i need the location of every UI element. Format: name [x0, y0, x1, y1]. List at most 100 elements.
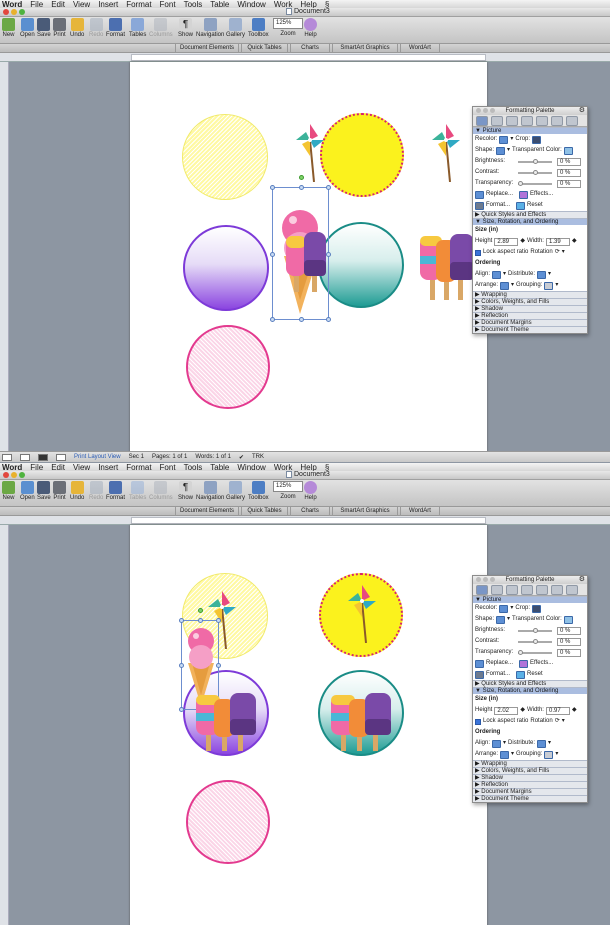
minimize-icon[interactable] — [483, 577, 488, 582]
minimize-icon[interactable] — [11, 472, 17, 478]
open-button[interactable]: Open — [20, 18, 35, 38]
menu-table[interactable]: Table — [210, 463, 229, 471]
shape-icon[interactable] — [496, 615, 506, 624]
arrange-icon[interactable] — [500, 281, 510, 290]
toolbox-icon[interactable] — [566, 116, 578, 126]
rotation-icon[interactable]: ⟳ — [555, 716, 560, 727]
show-button[interactable]: ¶ Show — [178, 481, 193, 501]
circle-yellow-hatched[interactable] — [182, 114, 268, 200]
tab-quick-tables[interactable]: Quick Tables — [241, 44, 288, 53]
zoom-window-icon[interactable] — [19, 9, 25, 15]
shape-icon[interactable] — [496, 146, 506, 155]
brightness-field[interactable]: 0 % — [557, 626, 581, 635]
compatibility-icon[interactable] — [536, 116, 548, 126]
section-shadow[interactable]: ▶ Shadow — [473, 305, 587, 312]
transparency-slider[interactable] — [518, 649, 552, 655]
spelling-status-icon[interactable]: ✔ — [239, 454, 244, 461]
help-button[interactable]: Help — [304, 481, 317, 501]
align-icon[interactable] — [492, 739, 502, 748]
object-browser-icon[interactable] — [491, 585, 503, 595]
rotate-handle[interactable] — [198, 608, 203, 613]
document-page[interactable] — [130, 525, 487, 925]
print-button[interactable]: Print — [53, 18, 66, 38]
format-button[interactable]: Format — [106, 18, 125, 38]
minimize-icon[interactable] — [11, 9, 17, 15]
crop-icon[interactable] — [532, 135, 542, 144]
save-button[interactable]: Save — [37, 481, 51, 501]
menu-font[interactable]: Font — [160, 463, 176, 471]
undo-button[interactable]: Undo — [70, 481, 84, 501]
menu-window[interactable]: Window — [237, 0, 265, 8]
print-button[interactable]: Print — [53, 481, 66, 501]
section-wrapping[interactable]: ▶ Wrapping — [473, 760, 587, 767]
zoom-control[interactable]: 125% Zoom — [273, 481, 303, 500]
section-reflection[interactable]: ▶ Reflection — [473, 312, 587, 319]
undo-button[interactable]: Undo — [70, 18, 84, 38]
crop-icon[interactable] — [532, 604, 542, 613]
gallery-button[interactable]: Gallery — [226, 18, 245, 38]
height-field[interactable]: 2.89 — [494, 237, 519, 246]
transparency-field[interactable]: 0 % — [557, 648, 581, 657]
circle-pink-hatched[interactable] — [186, 780, 270, 864]
columns-button[interactable]: Columns — [149, 18, 173, 38]
brightness-field[interactable]: 0 % — [557, 157, 581, 166]
menu-edit[interactable]: Edit — [51, 463, 65, 471]
close-icon[interactable] — [476, 108, 481, 113]
close-icon[interactable] — [476, 577, 481, 582]
reset-button[interactable]: Reset — [527, 200, 543, 211]
toolbox-button[interactable]: Toolbox — [248, 481, 269, 501]
circle-yellow-dotted[interactable] — [320, 113, 404, 197]
app-menu[interactable]: Word — [2, 0, 22, 8]
tab-smartart[interactable]: SmartArt Graphics — [332, 507, 398, 516]
formatting-tab-icon[interactable] — [476, 585, 488, 595]
section-size-rotation[interactable]: ▼ Size, Rotation, and Ordering — [473, 687, 587, 694]
circle-purple-gradient[interactable] — [183, 225, 269, 311]
zoom-window-icon[interactable] — [490, 108, 495, 113]
project-palette-icon[interactable] — [551, 585, 563, 595]
circle-teal-gradient[interactable] — [318, 222, 404, 308]
resize-handle[interactable] — [270, 252, 275, 257]
height-field[interactable]: 2.02 — [494, 706, 519, 715]
resize-handle[interactable] — [270, 317, 275, 322]
section-quick-styles[interactable]: ▶ Quick Styles and Effects — [473, 680, 587, 687]
outline-view-button[interactable] — [20, 453, 30, 461]
zoom-field[interactable]: 125% — [273, 481, 303, 492]
script-menu-icon[interactable]: § — [325, 0, 329, 8]
format-picture-button[interactable]: Format... — [486, 669, 510, 680]
document-page[interactable] — [130, 62, 487, 462]
popsicle-icon[interactable] — [331, 691, 391, 753]
menu-help[interactable]: Help — [300, 463, 316, 471]
menu-help[interactable]: Help — [300, 0, 316, 8]
palette-titlebar[interactable]: Formatting Palette ⚙ — [473, 107, 587, 115]
transparency-slider[interactable] — [518, 180, 552, 186]
columns-button[interactable]: Columns — [149, 481, 173, 501]
grouping-icon[interactable] — [544, 750, 554, 759]
zoom-control[interactable]: 125% Zoom — [273, 18, 303, 37]
save-button[interactable]: Save — [37, 18, 51, 38]
menu-file[interactable]: File — [30, 463, 43, 471]
vertical-ruler[interactable] — [0, 62, 9, 462]
toolbox-button[interactable]: Toolbox — [248, 18, 269, 38]
effects-button[interactable]: Effects... — [530, 658, 553, 669]
section-document-theme[interactable]: ▶ Document Theme — [473, 795, 587, 802]
resize-handle[interactable] — [326, 185, 331, 190]
help-button[interactable]: Help — [304, 18, 317, 38]
transparency-field[interactable]: 0 % — [557, 179, 581, 188]
formatting-palette[interactable]: Formatting Palette ⚙ ▼ Picture Recolor: ▾… — [472, 575, 588, 803]
formatting-palette[interactable]: Formatting Palette ⚙ ▼ Picture Recolor: ▾… — [472, 106, 588, 334]
resize-handle[interactable] — [299, 185, 304, 190]
gallery-button[interactable]: Gallery — [226, 481, 245, 501]
compatibility-icon[interactable] — [536, 585, 548, 595]
track-changes-toggle[interactable]: TRK — [252, 454, 264, 460]
grouping-icon[interactable] — [544, 281, 554, 290]
horizontal-ruler[interactable] — [0, 53, 610, 62]
width-field[interactable]: 1.39 — [545, 237, 570, 246]
contrast-field[interactable]: 0 % — [557, 168, 581, 177]
redo-button[interactable]: Redo — [89, 18, 103, 38]
lock-aspect-checkbox[interactable] — [475, 249, 481, 256]
menu-window[interactable]: Window — [237, 463, 265, 471]
formatting-tab-icon[interactable] — [476, 116, 488, 126]
popsicle-icon[interactable] — [196, 691, 256, 753]
close-icon[interactable] — [3, 9, 9, 15]
close-icon[interactable] — [3, 472, 9, 478]
